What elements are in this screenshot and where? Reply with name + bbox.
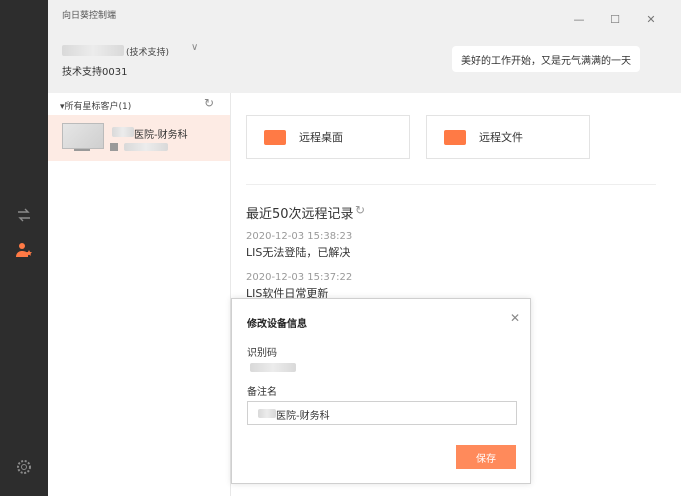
- id-label: 识别码: [247, 348, 277, 359]
- record-text[interactable]: LIS无法登陆，已解决: [246, 244, 350, 260]
- account-dropdown-chevron-icon[interactable]: ∨: [191, 42, 198, 53]
- records-refresh-icon[interactable]: ↻: [355, 203, 365, 217]
- dialog-close-icon[interactable]: ✕: [510, 311, 520, 325]
- starred-group-header[interactable]: ▾所有星标客户(1): [60, 99, 131, 112]
- record-time: 2020-12-03 15:37:22: [246, 272, 353, 283]
- account-name-blurred: [62, 45, 124, 56]
- account-role: (技术支持): [126, 48, 170, 58]
- monitor-stand: [74, 149, 90, 151]
- app-title: 向日葵控制端: [62, 11, 117, 21]
- maximize-icon[interactable]: ☐: [608, 12, 622, 26]
- settings-gear-icon[interactable]: [14, 457, 34, 477]
- remote-desktop-button[interactable]: 远程桌面: [246, 115, 410, 159]
- dialog-title: 修改设备信息: [247, 319, 307, 330]
- remark-label: 备注名: [247, 387, 277, 398]
- remote-file-label: 远程文件: [479, 131, 523, 144]
- monitor-icon: [62, 123, 104, 149]
- remote-file-folder-icon: [444, 129, 466, 145]
- edit-device-dialog: 修改设备信息 ✕ 识别码 备注名 医院-财务科 保存: [231, 298, 531, 484]
- remark-blurred-prefix: [258, 409, 276, 418]
- remote-connect-icon[interactable]: [14, 205, 34, 225]
- device-name: 医院-财务科: [134, 130, 188, 141]
- remote-desktop-label: 远程桌面: [299, 131, 343, 144]
- left-rail: [0, 0, 48, 496]
- remark-input[interactable]: 医院-财务科: [247, 401, 517, 425]
- remote-file-button[interactable]: 远程文件: [426, 115, 590, 159]
- greeting-banner: 美好的工作开始，又是元气满满的一天: [452, 46, 640, 72]
- client-sidebar: ▾所有星标客户(1) ↻ 医院-财务科: [48, 93, 231, 496]
- minimize-icon[interactable]: —: [572, 12, 586, 26]
- device-list-item[interactable]: 医院-财务科: [48, 115, 230, 161]
- account-id: 技术支持0031: [62, 67, 128, 78]
- device-id-blurred: [124, 143, 168, 151]
- close-window-icon[interactable]: ✕: [644, 12, 658, 26]
- windows-icon: [110, 143, 118, 151]
- device-name-blurred: [112, 127, 134, 137]
- remote-desktop-icon: [264, 129, 286, 145]
- save-button[interactable]: 保存: [456, 445, 516, 469]
- records-title: 最近50次远程记录: [246, 207, 354, 222]
- remark-value: 医院-财务科: [276, 411, 330, 422]
- record-time: 2020-12-03 15:38:23: [246, 231, 353, 242]
- header: 向日葵控制端 — ☐ ✕ (技术支持) ∨ 技术支持0031 美好的工作开始，又…: [48, 0, 681, 93]
- refresh-list-icon[interactable]: ↻: [204, 96, 214, 110]
- favorite-clients-icon[interactable]: [14, 240, 34, 260]
- divider: [246, 184, 656, 185]
- id-value-blurred: [250, 363, 296, 372]
